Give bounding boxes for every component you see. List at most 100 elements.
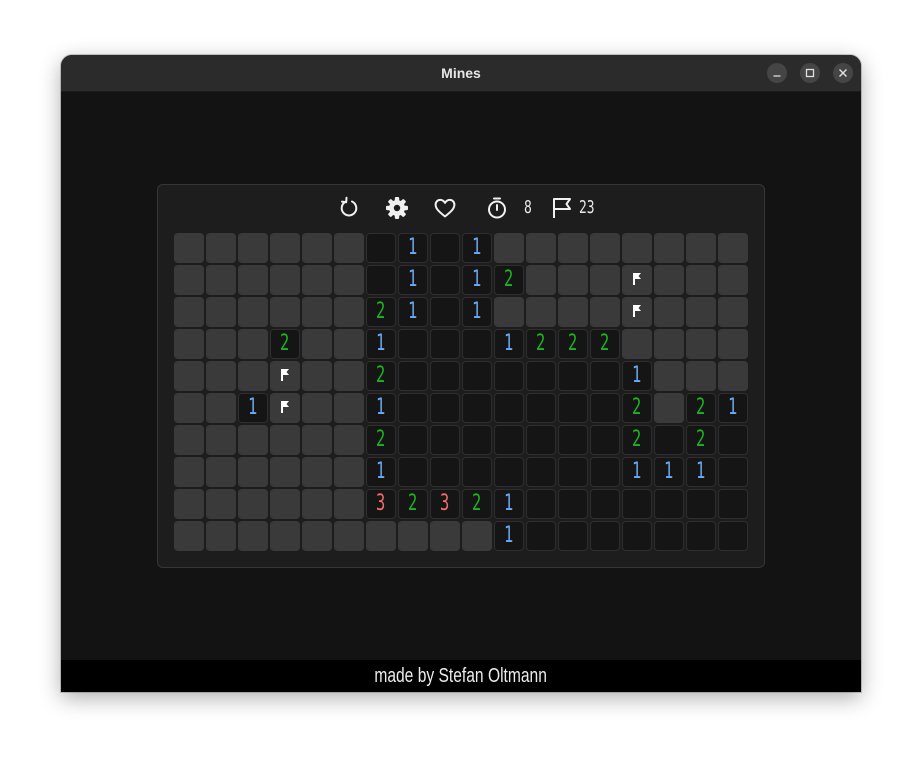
- cell-revealed-empty[interactable]: [398, 425, 428, 455]
- cell-revealed-number[interactable]: 1: [398, 265, 428, 295]
- cell-unrevealed[interactable]: [526, 265, 556, 295]
- cell-revealed-empty[interactable]: [494, 457, 524, 487]
- cell-unrevealed[interactable]: [654, 329, 684, 359]
- cell-revealed-empty[interactable]: [590, 521, 620, 551]
- cell-unrevealed[interactable]: [334, 393, 364, 423]
- cell-unrevealed[interactable]: [238, 329, 268, 359]
- cell-unrevealed[interactable]: [238, 233, 268, 263]
- cell-revealed-empty[interactable]: [558, 361, 588, 391]
- cell-revealed-empty[interactable]: [430, 297, 460, 327]
- cell-revealed-number[interactable]: 2: [366, 297, 396, 327]
- settings-button[interactable]: [385, 196, 409, 220]
- cell-revealed-empty[interactable]: [686, 489, 716, 519]
- cell-revealed-number[interactable]: 2: [686, 425, 716, 455]
- cell-revealed-empty[interactable]: [430, 457, 460, 487]
- cell-revealed-empty[interactable]: [526, 361, 556, 391]
- cell-revealed-empty[interactable]: [526, 393, 556, 423]
- cell-unrevealed[interactable]: [718, 361, 748, 391]
- cell-unrevealed[interactable]: [334, 233, 364, 263]
- cell-revealed-number[interactable]: 3: [430, 489, 460, 519]
- cell-revealed-number[interactable]: 1: [654, 457, 684, 487]
- cell-unrevealed[interactable]: [526, 297, 556, 327]
- cell-unrevealed[interactable]: [206, 329, 236, 359]
- restart-button[interactable]: [337, 196, 361, 220]
- cell-unrevealed[interactable]: [174, 425, 204, 455]
- cell-unrevealed[interactable]: [334, 521, 364, 551]
- cell-revealed-number[interactable]: 2: [686, 393, 716, 423]
- cell-revealed-empty[interactable]: [718, 457, 748, 487]
- cell-revealed-number[interactable]: 2: [366, 425, 396, 455]
- cell-unrevealed[interactable]: [174, 233, 204, 263]
- cell-flagged[interactable]: [622, 265, 652, 295]
- cell-unrevealed[interactable]: [590, 265, 620, 295]
- cell-unrevealed[interactable]: [302, 489, 332, 519]
- cell-unrevealed[interactable]: [238, 489, 268, 519]
- cell-revealed-number[interactable]: 1: [494, 521, 524, 551]
- cell-revealed-number[interactable]: 2: [398, 489, 428, 519]
- cell-unrevealed[interactable]: [302, 233, 332, 263]
- cell-unrevealed[interactable]: [430, 521, 460, 551]
- cell-unrevealed[interactable]: [302, 265, 332, 295]
- cell-revealed-empty[interactable]: [590, 361, 620, 391]
- cell-unrevealed[interactable]: [206, 425, 236, 455]
- cell-revealed-number[interactable]: 3: [366, 489, 396, 519]
- cell-unrevealed[interactable]: [334, 329, 364, 359]
- cell-revealed-empty[interactable]: [654, 489, 684, 519]
- cell-revealed-empty[interactable]: [526, 521, 556, 551]
- cell-unrevealed[interactable]: [174, 265, 204, 295]
- cell-unrevealed[interactable]: [622, 233, 652, 263]
- cell-unrevealed[interactable]: [590, 233, 620, 263]
- cell-revealed-number[interactable]: 2: [526, 329, 556, 359]
- cell-revealed-number[interactable]: 2: [494, 265, 524, 295]
- cell-unrevealed[interactable]: [366, 521, 396, 551]
- cell-unrevealed[interactable]: [526, 233, 556, 263]
- cell-revealed-number[interactable]: 1: [462, 233, 492, 263]
- cell-revealed-number[interactable]: 2: [558, 329, 588, 359]
- cell-revealed-number[interactable]: 2: [462, 489, 492, 519]
- cell-unrevealed[interactable]: [206, 457, 236, 487]
- cell-revealed-empty[interactable]: [430, 361, 460, 391]
- cell-revealed-number[interactable]: 1: [462, 297, 492, 327]
- cell-revealed-empty[interactable]: [430, 329, 460, 359]
- cell-revealed-empty[interactable]: [462, 393, 492, 423]
- cell-unrevealed[interactable]: [270, 297, 300, 327]
- cell-revealed-empty[interactable]: [590, 393, 620, 423]
- cell-unrevealed[interactable]: [174, 393, 204, 423]
- cell-unrevealed[interactable]: [334, 425, 364, 455]
- cell-revealed-empty[interactable]: [462, 457, 492, 487]
- cell-revealed-number[interactable]: 1: [462, 265, 492, 295]
- cell-revealed-empty[interactable]: [366, 233, 396, 263]
- cell-unrevealed[interactable]: [270, 265, 300, 295]
- cell-flagged[interactable]: [622, 297, 652, 327]
- cell-revealed-empty[interactable]: [686, 521, 716, 551]
- favorite-button[interactable]: [433, 196, 457, 220]
- cell-unrevealed[interactable]: [302, 361, 332, 391]
- cell-unrevealed[interactable]: [270, 233, 300, 263]
- cell-unrevealed[interactable]: [238, 521, 268, 551]
- cell-unrevealed[interactable]: [270, 425, 300, 455]
- cell-revealed-empty[interactable]: [558, 425, 588, 455]
- cell-unrevealed[interactable]: [334, 297, 364, 327]
- cell-unrevealed[interactable]: [654, 393, 684, 423]
- cell-revealed-number[interactable]: 2: [366, 361, 396, 391]
- cell-unrevealed[interactable]: [558, 265, 588, 295]
- cell-revealed-empty[interactable]: [398, 329, 428, 359]
- cell-unrevealed[interactable]: [174, 297, 204, 327]
- cell-unrevealed[interactable]: [174, 489, 204, 519]
- cell-unrevealed[interactable]: [654, 233, 684, 263]
- cell-revealed-number[interactable]: 2: [270, 329, 300, 359]
- cell-revealed-number[interactable]: 1: [686, 457, 716, 487]
- cell-unrevealed[interactable]: [462, 521, 492, 551]
- cell-revealed-empty[interactable]: [430, 425, 460, 455]
- close-button[interactable]: [833, 63, 853, 83]
- cell-revealed-number[interactable]: 2: [590, 329, 620, 359]
- cell-revealed-empty[interactable]: [494, 393, 524, 423]
- cell-revealed-empty[interactable]: [622, 521, 652, 551]
- cell-unrevealed[interactable]: [238, 425, 268, 455]
- cell-revealed-empty[interactable]: [718, 425, 748, 455]
- minimize-button[interactable]: [767, 63, 787, 83]
- cell-revealed-empty[interactable]: [590, 425, 620, 455]
- cell-unrevealed[interactable]: [686, 265, 716, 295]
- cell-unrevealed[interactable]: [238, 265, 268, 295]
- cell-revealed-empty[interactable]: [654, 425, 684, 455]
